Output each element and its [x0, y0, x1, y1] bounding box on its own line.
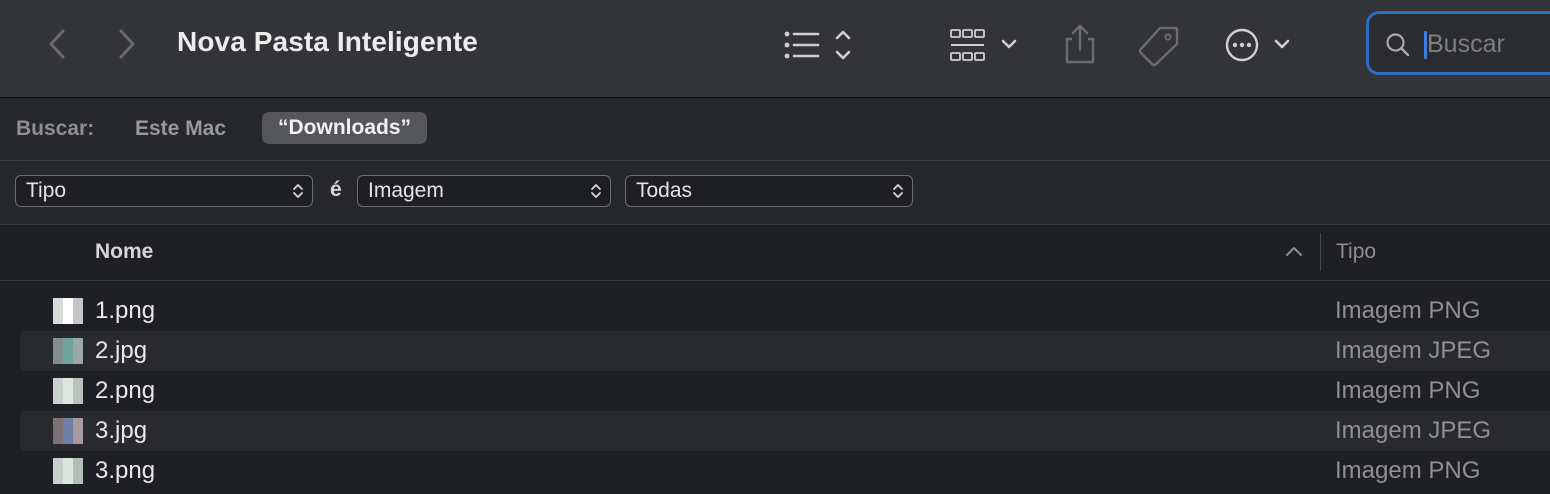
list-view-button[interactable]: [780, 24, 860, 66]
file-name: 3.jpg: [95, 417, 148, 444]
file-name: 1.png: [95, 297, 156, 324]
file-name: 2.png: [95, 377, 156, 404]
search-placeholder: Buscar: [1427, 30, 1505, 58]
chevron-left-icon: [49, 29, 65, 59]
file-thumbnail: [53, 458, 83, 484]
window-title: Nova Pasta Inteligente: [177, 26, 478, 57]
search-scope-bar: Buscar: Este Mac “Downloads”: [0, 98, 1550, 161]
tag-icon: [1138, 26, 1179, 67]
file-name: 3.png: [95, 457, 156, 484]
file-row[interactable]: 2.png Imagem PNG: [20, 371, 1550, 411]
share-button[interactable]: [1060, 22, 1100, 68]
up-down-chevron-icon: [293, 184, 303, 198]
criteria-conjunction: é: [330, 178, 342, 201]
share-icon: [1065, 24, 1095, 64]
file-type: Imagem PNG: [1335, 297, 1481, 324]
subvalue-select-value: Todas: [636, 179, 693, 202]
scope-downloads-button[interactable]: “Downloads”: [262, 112, 428, 144]
scope-this-mac-button[interactable]: Este Mac: [135, 117, 226, 141]
file-type: Imagem JPEG: [1335, 337, 1492, 364]
value-select[interactable]: Imagem: [357, 175, 611, 207]
file-name: 2.jpg: [95, 337, 148, 364]
file-type: Imagem PNG: [1335, 457, 1481, 484]
toolbar: Nova Pasta Inteligente Buscar: [0, 0, 1550, 98]
file-thumbnail: [53, 338, 83, 364]
chevron-right-icon: [119, 29, 135, 59]
forward-button[interactable]: [110, 26, 144, 62]
list-icon: [784, 30, 851, 60]
file-thumbnail: [53, 418, 83, 444]
value-select-value: Imagem: [368, 179, 444, 202]
search-criteria-row: Tipo é Imagem Todas: [0, 161, 1550, 225]
file-row[interactable]: 2.jpg Imagem JPEG: [20, 331, 1550, 371]
up-down-chevron-icon: [893, 184, 903, 198]
column-header-name[interactable]: Nome: [95, 240, 153, 264]
file-thumbnail: [53, 378, 83, 404]
tag-button[interactable]: [1136, 22, 1182, 68]
search-icon: [1386, 33, 1410, 57]
group-view-button[interactable]: [944, 24, 1026, 66]
ellipsis-circle-icon: [1225, 28, 1290, 62]
file-row[interactable]: 3.png Imagem PNG: [20, 451, 1550, 491]
back-button[interactable]: [40, 26, 74, 62]
column-divider[interactable]: [1320, 233, 1321, 271]
file-type: Imagem JPEG: [1335, 417, 1492, 444]
subvalue-select[interactable]: Todas: [625, 175, 913, 207]
search-field[interactable]: Buscar: [1366, 11, 1550, 75]
attribute-select[interactable]: Tipo: [15, 175, 313, 207]
column-header-row: Nome Tipo: [0, 225, 1550, 281]
up-down-chevron-icon: [591, 184, 601, 198]
sort-ascending-icon[interactable]: [1284, 244, 1304, 258]
file-row[interactable]: 3.jpg Imagem JPEG: [20, 411, 1550, 451]
file-type: Imagem PNG: [1335, 377, 1481, 404]
more-actions-button[interactable]: [1220, 24, 1298, 66]
scope-label: Buscar:: [16, 117, 95, 140]
attribute-select-value: Tipo: [26, 179, 67, 202]
column-header-type[interactable]: Tipo: [1336, 240, 1376, 264]
file-thumbnail: [53, 298, 83, 324]
grid-icon: [950, 29, 1017, 61]
file-row[interactable]: 1.png Imagem PNG: [20, 291, 1550, 331]
